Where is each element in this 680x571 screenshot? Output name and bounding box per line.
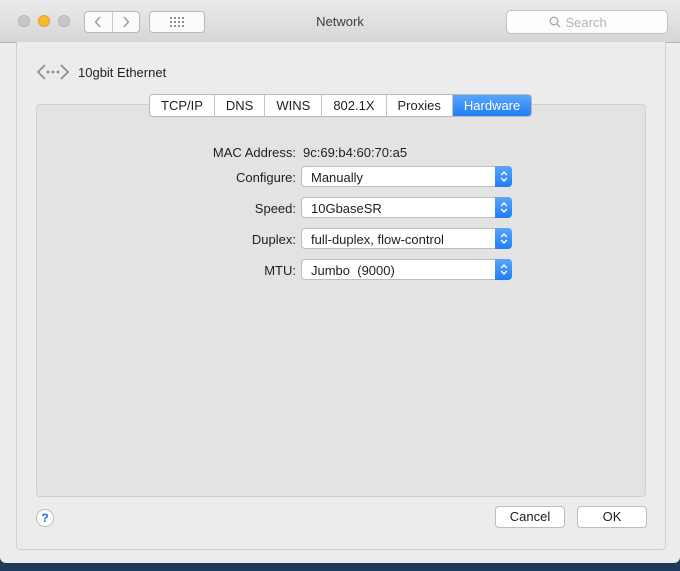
duplex-row: Duplex: full-duplex, flow-control: [0, 228, 680, 250]
duplex-popup[interactable]: full-duplex, flow-control: [301, 228, 512, 249]
speed-popup[interactable]: 10GbaseSR: [301, 197, 512, 218]
tab-dns[interactable]: DNS: [214, 95, 266, 116]
tab-wins[interactable]: WINS: [265, 95, 323, 116]
configure-row: Configure: Manually: [0, 166, 680, 188]
search-icon: [549, 16, 560, 28]
mtu-value: Jumbo (9000): [311, 263, 395, 278]
ok-button[interactable]: OK: [577, 506, 647, 528]
duplex-label: Duplex:: [251, 232, 296, 247]
search-input[interactable]: [565, 14, 626, 30]
speed-row: Speed: 10GbaseSR: [0, 197, 680, 219]
interface-header: 10gbit Ethernet: [36, 63, 166, 81]
updown-arrows-icon: [495, 228, 512, 249]
speed-value: 10GbaseSR: [311, 201, 382, 216]
mac-address-value: 9c:69:b4:60:70:a5: [303, 145, 408, 160]
tab-tcpip[interactable]: TCP/IP: [150, 95, 215, 116]
tab-bar: TCP/IP DNS WINS 802.1X Proxies Hardware: [149, 94, 533, 117]
configure-popup[interactable]: Manually: [301, 166, 512, 187]
duplex-value: full-duplex, flow-control: [311, 232, 444, 247]
interface-name: 10gbit Ethernet: [78, 64, 167, 80]
configure-label: Configure:: [236, 170, 296, 185]
search-field[interactable]: [506, 10, 668, 34]
cancel-button[interactable]: Cancel: [495, 506, 565, 528]
mtu-label: MTU:: [264, 263, 296, 278]
tab-proxies[interactable]: Proxies: [386, 95, 453, 116]
updown-arrows-icon: [495, 166, 512, 187]
network-preferences-window: Network 10gbit Ethernet TCP/IP DNS WINS …: [0, 0, 680, 563]
tab-hardware[interactable]: Hardware: [452, 95, 532, 116]
mac-address-row: MAC Address: 9c:69:b4:60:70:a5: [0, 141, 680, 163]
titlebar: Network: [0, 0, 680, 43]
speed-label: Speed:: [254, 201, 296, 216]
configure-value: Manually: [311, 170, 364, 185]
mac-address-label: MAC Address:: [212, 145, 296, 160]
mtu-popup[interactable]: Jumbo (9000): [301, 259, 512, 280]
tab-8021x[interactable]: 802.1X: [322, 95, 387, 116]
updown-arrows-icon: [495, 197, 512, 218]
help-button[interactable]: ?: [36, 509, 54, 527]
mtu-row: MTU: Jumbo (9000): [0, 259, 680, 281]
ethernet-icon: [36, 64, 70, 80]
updown-arrows-icon: [495, 259, 512, 280]
